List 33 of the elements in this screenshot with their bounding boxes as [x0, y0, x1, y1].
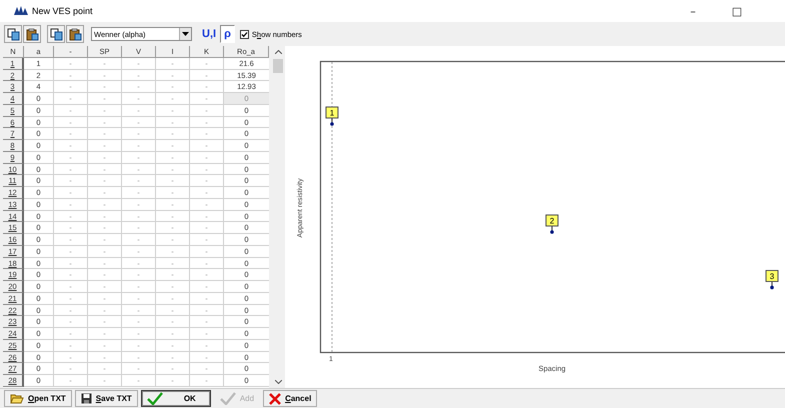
clipboard-icon — [26, 28, 38, 40]
dropdown-arrow-icon — [182, 32, 189, 36]
maximize-button[interactable]: □ — [715, 0, 759, 22]
copy-button[interactable] — [4, 25, 22, 43]
folder-icon — [10, 393, 24, 404]
paste-button[interactable] — [23, 25, 41, 43]
point-label: 1 — [326, 106, 338, 118]
copy-icon — [6, 28, 20, 40]
copy-button[interactable] — [47, 25, 65, 43]
window-title: New VES point — [32, 6, 93, 16]
data-point — [550, 226, 554, 234]
data-point — [770, 281, 774, 290]
mode-button[interactable]: ρ — [220, 25, 235, 43]
scroll-up-icon — [274, 50, 282, 54]
clipboard-icon — [68, 28, 82, 40]
ok-button[interactable]: OK — [140, 390, 211, 407]
copy-icon — [50, 28, 62, 40]
cancel-button[interactable]: Cancel — [263, 390, 318, 407]
minimize-button[interactable]: – — [671, 0, 715, 22]
app-icon — [14, 6, 28, 16]
save-button[interactable]: Save TXT — [74, 390, 138, 407]
point-label: 3 — [766, 270, 778, 282]
scroll-thumb[interactable] — [273, 59, 283, 73]
data-point — [330, 118, 334, 126]
open-button[interactable]: Open TXT — [4, 390, 72, 407]
scroll-down-icon — [274, 380, 282, 384]
check-icon — [220, 392, 236, 405]
checkbox-icon — [240, 30, 249, 38]
close-icon — [269, 392, 282, 404]
check-icon — [146, 392, 163, 405]
mode-button[interactable]: U,I — [198, 25, 220, 43]
paste-button[interactable] — [66, 25, 84, 43]
point-label: 2 — [546, 214, 558, 226]
